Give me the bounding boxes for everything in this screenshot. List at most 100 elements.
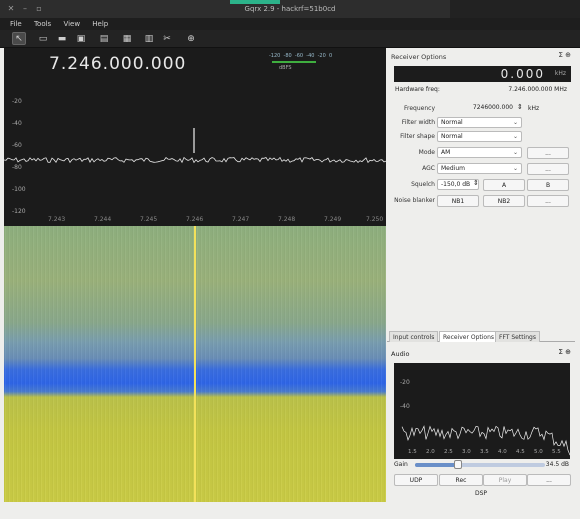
offset-unit: kHz [554,70,566,77]
x-tick: 2.0 [426,449,435,455]
mode-options-button[interactable]: ... [527,147,569,159]
system-tray [450,0,580,18]
crosshair-icon[interactable]: ⊕ [184,32,198,45]
tab-input-controls[interactable]: Input controls [389,331,439,342]
x-tick: 7.244 [94,216,112,223]
squelch-a-button[interactable]: A [483,179,525,191]
screen-icon[interactable]: ▦ [120,32,134,45]
menu-help[interactable]: Help [92,18,108,30]
tab-fft-settings[interactable]: FFT Settings [495,331,540,342]
filter-width-row: Filter width Normal ⌄ [387,117,575,129]
config-icon[interactable]: ▥ [142,32,156,45]
x-tick: 7.249 [324,216,342,223]
panel-float-close-icon[interactable]: Σ ⊕ [558,348,571,356]
panel-float-close-icon[interactable]: Σ ⊕ [558,51,571,59]
x-tick: 3.0 [462,449,471,455]
carrier-line [194,226,196,502]
hw-freq-value: 7.246.000.000 MHz [508,86,567,93]
chevron-down-icon: ⌄ [512,119,518,126]
gain-slider-handle[interactable] [453,460,462,469]
squelch-label: Squelch [411,181,435,188]
dsp-label: DSP [474,490,488,497]
x-tick: 2.5 [444,449,453,455]
title-bar: ✕ – ▫ Gqrx 2.9 - hackrf=51b0cd [0,0,580,18]
mode-label: Mode [418,149,435,156]
x-tick: 7.246 [186,216,204,223]
play-button[interactable]: Play [483,474,527,486]
pointer-icon[interactable]: ↖ [12,32,26,45]
x-tick: 4.5 [516,449,525,455]
gain-slider-fill [415,463,458,467]
x-tick: 7.250 [366,216,384,223]
filter-width-label: Filter width [401,119,435,126]
audio-trace [401,425,570,456]
noise-blanker-row: Noise blanker NB1 NB2 ... [387,195,575,207]
fft-spectrum-plot[interactable]: 7.246.000.000 -120 -80 -60 -40 -20 0 dBF… [4,48,386,226]
dock-tabs: Input controls Receiver Options FFT Sett… [387,330,575,342]
nb1-button[interactable]: NB1 [437,195,479,207]
gain-slider[interactable] [415,460,545,469]
bookmark-icon[interactable]: ▤ [97,32,111,45]
agc-label: AGC [422,165,435,172]
waterfall-display[interactable] [4,226,386,502]
audio-options-button[interactable]: ... [527,474,571,486]
spectrum-trace [4,128,386,164]
chevron-down-icon: ⌄ [512,133,518,140]
x-tick: 5.0 [534,449,543,455]
rec-button[interactable]: Rec [439,474,483,486]
spin-arrows-icon[interactable]: ⇕ [473,179,479,187]
panel-title: Receiver Options [391,53,447,61]
audio-fft-plot[interactable]: -20 -40 1.5 2.0 2.5 3.0 3.5 4.0 4.5 5.0 5.5 [394,363,570,459]
mode-value: AM [441,149,451,156]
frequency-label: Frequency [404,105,435,112]
filter-shape-label: Filter shape [400,133,435,140]
chevron-down-icon: ⌄ [512,149,518,156]
noise-blanker-label: Noise blanker [394,197,435,204]
squelch-b-button[interactable]: B [527,179,569,191]
audio-x-ticks: 1.5 2.0 2.5 3.0 3.5 4.0 4.5 5.0 5.5 [394,449,570,459]
gain-value: 34.5 dB [545,461,569,468]
mode-row: Mode AM ⌄ ... [387,147,575,159]
filter-shape-select[interactable]: Normal ⌄ [437,131,522,142]
agc-value: Medium [441,165,465,172]
mode-select[interactable]: AM ⌄ [437,147,522,158]
x-tick: 4.0 [498,449,507,455]
hardware-icon[interactable]: ▭ [36,32,50,45]
squelch-row: Squelch -150,0 dB ⇕ A B [387,179,575,191]
frequency-input[interactable]: 7246000.000 [437,103,517,114]
frequency-unit: kHz [528,105,540,112]
spin-arrows-icon[interactable]: ⇕ [517,103,523,111]
audio-title: Audio [391,350,410,358]
gain-label: Gain [394,461,408,468]
agc-row: AGC Medium ⌄ ... [387,163,575,175]
offset-value: 0.000 [500,67,545,81]
filter-shape-row: Filter shape Normal ⌄ [387,131,575,143]
agc-options-button[interactable]: ... [527,163,569,175]
toolbar: ↖ ▭ ▬ ▣ ▤ ▦ ▥ ✂ ⊕ [0,30,580,48]
menu-bar: File Tools View Help [0,18,580,30]
tools-icon[interactable]: ✂ [160,32,174,45]
chevron-down-icon: ⌄ [512,165,518,172]
x-tick: 7.245 [140,216,158,223]
filter-width-select[interactable]: Normal ⌄ [437,117,522,128]
hw-freq-label: Hardware freq: [395,86,440,93]
save-icon[interactable]: ▣ [74,32,88,45]
agc-select[interactable]: Medium ⌄ [437,163,522,174]
tab-receiver-options[interactable]: Receiver Options [439,331,499,342]
x-tick: 7.248 [278,216,296,223]
menu-file[interactable]: File [10,18,22,30]
udp-button[interactable]: UDP [394,474,438,486]
filter-shape-value: Normal [441,133,463,140]
menu-view[interactable]: View [63,18,80,30]
offset-display[interactable]: 0.000 kHz [394,66,571,82]
nb2-button[interactable]: NB2 [483,195,525,207]
menu-tools[interactable]: Tools [34,18,51,30]
frequency-row: Frequency 7246000.000 ⇕ kHz [387,103,575,115]
nb-options-button[interactable]: ... [527,195,569,207]
receiver-options-panel: Receiver Options Σ ⊕ 0.000 kHz Hardware … [387,48,575,328]
x-tick: 3.5 [480,449,489,455]
x-tick: 7.247 [232,216,250,223]
folder-icon[interactable]: ▬ [55,32,69,45]
x-tick: 7.243 [48,216,66,223]
audio-panel: Audio Σ ⊕ -20 -40 1.5 2.0 2.5 3.0 3.5 4.0 4.5 5… [387,345,575,505]
